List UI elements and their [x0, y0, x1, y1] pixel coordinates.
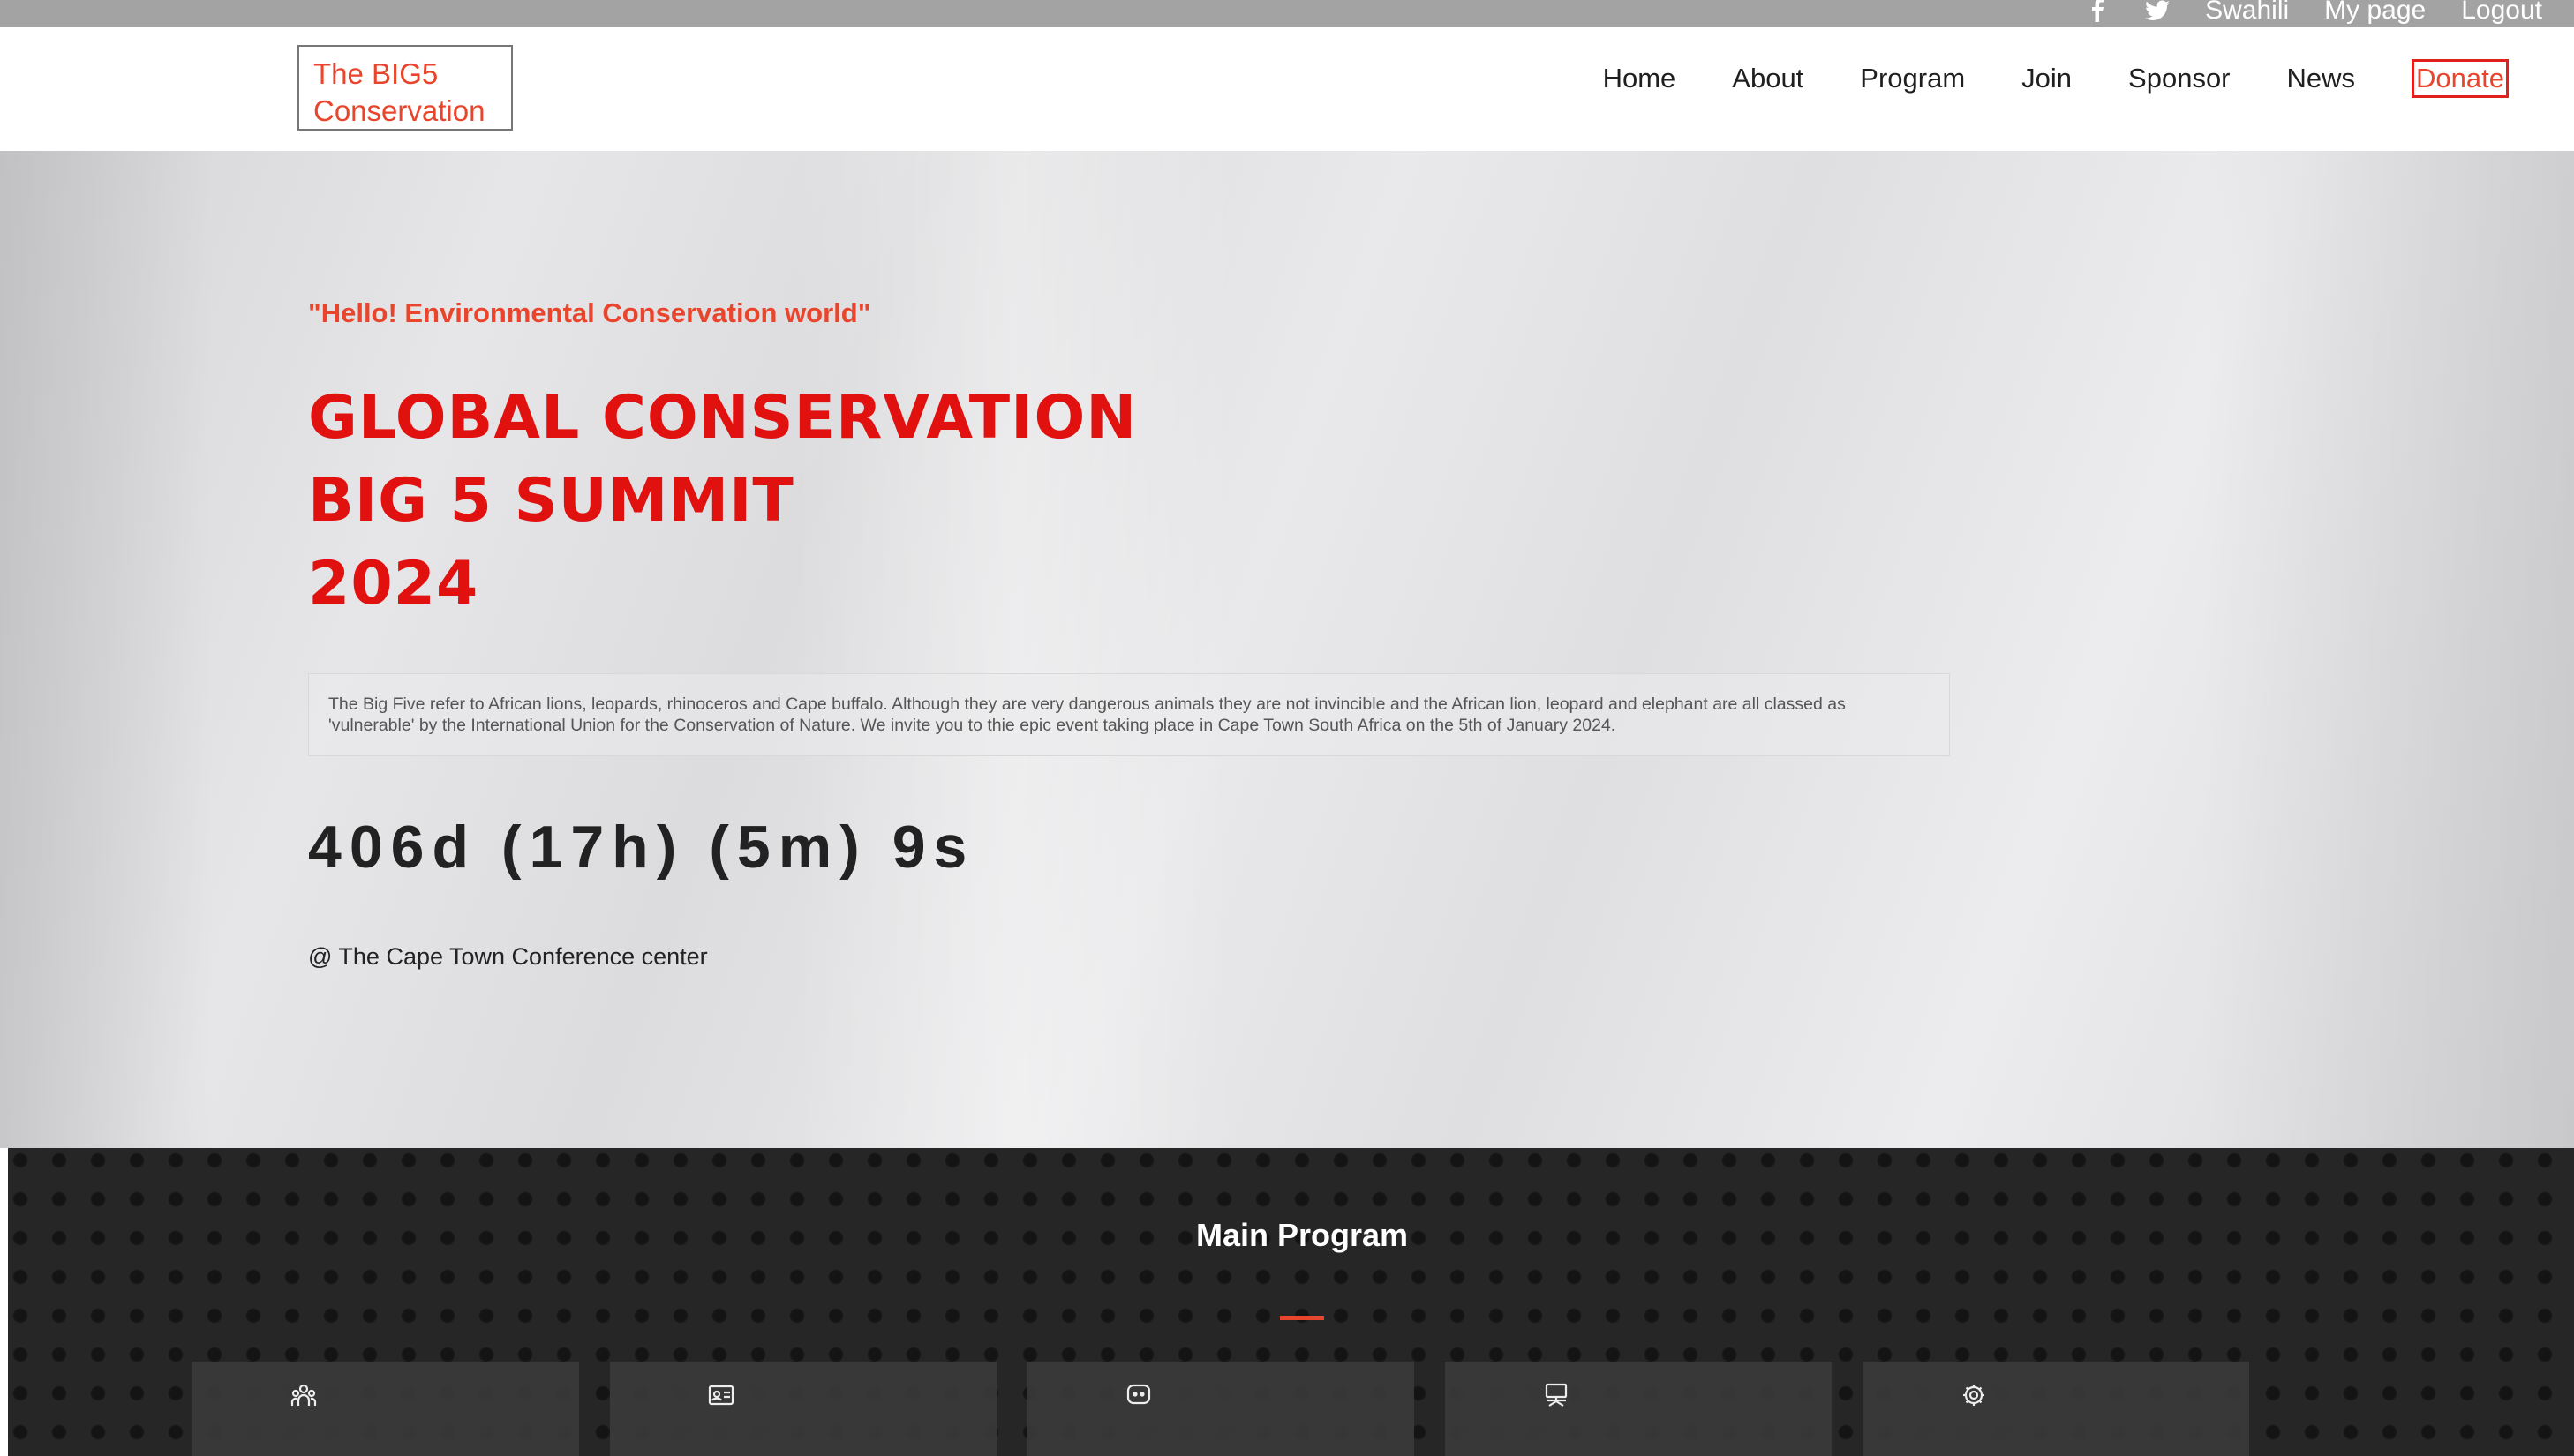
twitter-icon[interactable]	[2145, 0, 2171, 23]
program-card[interactable]	[1445, 1362, 1832, 1456]
program-heading: Main Program	[1195, 1217, 1409, 1253]
nav-home[interactable]: Home	[1603, 61, 1676, 96]
swahili-link[interactable]: Swahili	[2205, 0, 2289, 26]
my-page-link[interactable]: My page	[2324, 0, 2426, 26]
program-card[interactable]	[1027, 1362, 1414, 1456]
main-program-section: Main Program	[8, 1148, 2574, 1456]
event-venue: @ The Cape Town Conference center	[308, 943, 708, 970]
nav-program[interactable]: Program	[1860, 61, 1965, 96]
top-utility-bar: Swahili My page Logout	[0, 0, 2574, 27]
chat-icon	[1123, 1379, 1155, 1411]
hero-greeting: "Hello! Environmental Conservation world…	[308, 297, 871, 328]
gear-icon	[1958, 1379, 1990, 1411]
id-card-icon	[705, 1379, 737, 1411]
facebook-icon[interactable]	[2085, 0, 2110, 23]
nav-news[interactable]: News	[2287, 61, 2356, 96]
hero-title-line-1: GLOBAL CONSERVATION	[308, 383, 1138, 453]
heading-underline	[1280, 1316, 1324, 1320]
site-header: The BIG5 Conservation Home About Program…	[0, 27, 2574, 151]
donate-button[interactable]: Donate	[2412, 59, 2509, 98]
hero-title-line-3: 2024	[308, 549, 479, 619]
nav-sponsor[interactable]: Sponsor	[2128, 61, 2230, 96]
presentation-icon	[1540, 1379, 1572, 1411]
hero-title-line-2: BIG 5 SUMMIT	[308, 466, 794, 536]
event-countdown: 406d (17h) (5m) 9s	[308, 814, 975, 881]
program-card[interactable]	[1863, 1362, 2249, 1456]
nav-about[interactable]: About	[1732, 61, 1803, 96]
people-icon	[288, 1379, 320, 1411]
hero-section: "Hello! Environmental Conservation world…	[0, 151, 2574, 1148]
program-card[interactable]	[610, 1362, 997, 1456]
site-logo[interactable]: The BIG5 Conservation	[297, 45, 513, 131]
hero-background-shade	[0, 151, 212, 1148]
hero-description: The Big Five refer to African lions, leo…	[308, 673, 1950, 756]
hero-title: GLOBAL CONSERVATION BIG 5 SUMMIT 2024	[308, 377, 1137, 626]
utility-links: Swahili My page Logout	[2085, 0, 2542, 26]
logout-link[interactable]: Logout	[2461, 0, 2542, 26]
nav-join[interactable]: Join	[2021, 61, 2072, 96]
hero-background-shade-right	[2203, 151, 2574, 1148]
logo-line-1: The BIG5	[313, 57, 439, 90]
program-cards	[192, 1362, 2249, 1456]
program-card[interactable]	[192, 1362, 579, 1456]
logo-line-2: Conservation	[313, 94, 485, 127]
main-nav: Home About Program Join Sponsor News Don…	[1547, 59, 2509, 98]
